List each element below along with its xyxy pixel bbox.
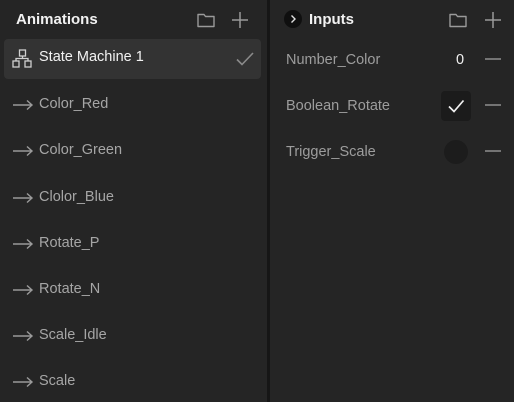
input-label: Number_Color (286, 52, 381, 68)
animation-item-scale[interactable]: Scale (0, 362, 262, 402)
trigger-button[interactable] (444, 140, 468, 164)
animation-item-label: Rotate_N (39, 281, 101, 297)
minus-icon[interactable] (484, 96, 502, 114)
inputs-panel: Inputs Number_Color 0 Boolean_Rotate Tri… (270, 0, 514, 402)
minus-icon[interactable] (484, 50, 502, 68)
animation-item-color-red[interactable]: Color_Red (0, 85, 262, 125)
animation-item-state-machine[interactable]: State Machine 1 (4, 39, 261, 79)
arrow-right-icon (12, 189, 34, 207)
arrow-right-icon (12, 142, 34, 160)
animation-item-label: Color_Red (39, 96, 109, 112)
inputs-title: Inputs (309, 11, 354, 28)
state-machine-icon (12, 49, 34, 68)
folder-icon[interactable] (448, 10, 468, 30)
animation-item-rotate-n[interactable]: Rotate_N (0, 270, 262, 310)
chevron-right-icon[interactable] (284, 10, 302, 28)
plus-icon[interactable] (230, 10, 250, 30)
animation-item-label: Rotate_P (39, 235, 100, 251)
arrow-right-icon (12, 235, 34, 253)
animations-panel: Animations State Machine 1 Color_Red Col… (0, 0, 267, 402)
inputs-header: Inputs (270, 0, 514, 40)
animation-item-rotate-p[interactable]: Rotate_P (0, 224, 262, 264)
animation-item-scale-idle[interactable]: Scale_Idle (0, 316, 262, 356)
animation-item-label: State Machine 1 (39, 49, 144, 65)
animation-item-label: Scale (39, 373, 76, 389)
minus-icon[interactable] (484, 142, 502, 160)
input-label: Boolean_Rotate (286, 98, 390, 114)
arrow-right-icon (12, 281, 34, 299)
input-label: Trigger_Scale (286, 144, 376, 160)
check-icon (235, 50, 255, 68)
check-icon (448, 99, 465, 113)
arrow-right-icon (12, 373, 34, 391)
animation-item-clolor-blue[interactable]: Clolor_Blue (0, 178, 262, 218)
animation-item-label: Clolor_Blue (39, 189, 114, 205)
input-row-trigger: Trigger_Scale (270, 133, 514, 171)
animation-item-label: Color_Green (39, 142, 123, 158)
animations-title: Animations (16, 11, 98, 28)
animation-item-color-green[interactable]: Color_Green (0, 131, 262, 171)
number-input-value[interactable]: 0 (445, 52, 475, 68)
animation-item-label: Scale_Idle (39, 327, 107, 343)
plus-icon[interactable] (483, 10, 503, 30)
arrow-right-icon (12, 96, 34, 114)
input-row-number: Number_Color 0 (270, 41, 514, 79)
folder-icon[interactable] (196, 10, 216, 30)
input-row-boolean: Boolean_Rotate (270, 87, 514, 125)
animations-header: Animations (0, 0, 267, 40)
arrow-right-icon (12, 327, 34, 345)
boolean-checkbox[interactable] (441, 91, 471, 121)
